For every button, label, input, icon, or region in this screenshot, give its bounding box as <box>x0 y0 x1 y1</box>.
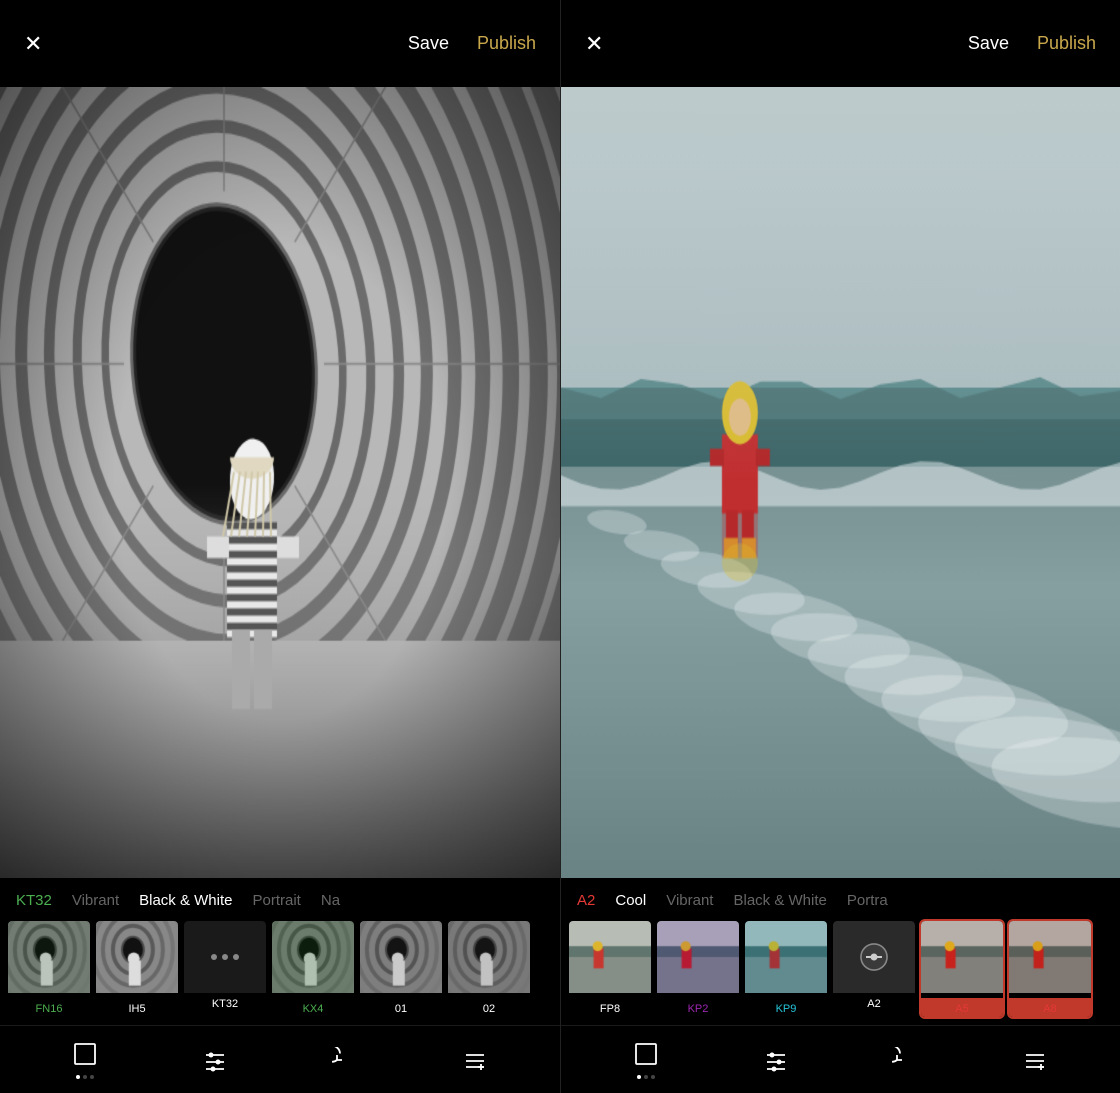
filter-thumb-fn16[interactable]: FN16 <box>8 921 90 1017</box>
left-filter-tab-portrait[interactable]: Portrait <box>253 892 301 909</box>
filter-thumb-fp8[interactable]: FP8 <box>569 921 651 1017</box>
thumb-kp9-canvas <box>745 921 827 993</box>
thumb-fp8-label: FP8 <box>569 998 651 1017</box>
right-panel: ✕ Save Publish A2 Cool Vibrant Black & W… <box>560 0 1120 1093</box>
right-toolbar-layers-icon[interactable] <box>1022 1047 1048 1073</box>
right-filter-thumbnails: FP8 KP2 KP9 <box>561 917 1120 1025</box>
thumb-fn16-label: FN16 <box>8 998 90 1017</box>
filter-thumb-a5[interactable]: A5 <box>921 921 1003 1017</box>
right-filter-tab-a2[interactable]: A2 <box>577 892 595 909</box>
a2-svg <box>860 943 888 971</box>
history-svg <box>332 1047 358 1073</box>
thumb-01-canvas <box>360 921 442 993</box>
layers-svg <box>462 1047 488 1073</box>
left-topbar-actions: Save Publish <box>408 33 536 54</box>
right-close-button[interactable]: ✕ <box>585 33 603 55</box>
filter-thumb-02[interactable]: 02 <box>448 921 530 1017</box>
sliders-svg <box>202 1047 228 1073</box>
left-filter-tab-bw[interactable]: Black & White <box>139 892 232 909</box>
thumb-ih5-canvas <box>96 921 178 993</box>
filter-thumb-kp9[interactable]: KP9 <box>745 921 827 1017</box>
thumb-fp8-canvas <box>569 921 651 993</box>
right-publish-button[interactable]: Publish <box>1037 33 1096 54</box>
filter-thumb-01[interactable]: 01 <box>360 921 442 1017</box>
thumb-kp2-label: KP2 <box>657 998 739 1017</box>
left-filter-thumbnails: FN16 IH5 KT32 KX4 01 02 <box>0 917 560 1025</box>
left-toolbar-sliders-icon[interactable] <box>202 1047 228 1073</box>
right-sliders-svg <box>763 1047 789 1073</box>
right-save-button[interactable]: Save <box>968 33 1009 54</box>
right-image-area <box>561 87 1120 878</box>
thumb-02-canvas <box>448 921 530 993</box>
dot-inactive-1 <box>83 1075 87 1079</box>
right-toolbar-sliders-icon[interactable] <box>763 1047 789 1073</box>
dot-2 <box>222 954 228 960</box>
right-layers-svg <box>1022 1047 1048 1073</box>
thumb-a2-icon-container <box>833 921 915 993</box>
right-photo-canvas <box>561 87 1120 878</box>
left-frame-dots <box>76 1075 94 1079</box>
filter-thumb-a2[interactable]: A2 <box>833 921 915 1017</box>
right-filter-tabs: A2 Cool Vibrant Black & White Portra <box>561 878 1120 917</box>
left-topbar: ✕ Save Publish <box>0 0 560 87</box>
left-filter-tab-vibrant[interactable]: Vibrant <box>72 892 119 909</box>
dot-active <box>76 1075 80 1079</box>
filter-thumb-kx4[interactable]: KX4 <box>272 921 354 1017</box>
dot-1 <box>211 954 217 960</box>
a2-icon-inner <box>860 943 888 971</box>
left-bottom-toolbar <box>0 1025 560 1093</box>
right-frame-dots <box>637 1075 655 1079</box>
thumb-kt32-dots <box>184 921 266 993</box>
thumb-a5-label: A5 <box>921 998 1003 1017</box>
right-topbar: ✕ Save Publish <box>561 0 1120 87</box>
left-panel: ✕ Save Publish KT32 Vibrant Black & Whit… <box>0 0 560 1093</box>
right-dot-inactive-1 <box>644 1075 648 1079</box>
thumb-kp9-label: KP9 <box>745 998 827 1017</box>
right-filter-tab-portrait[interactable]: Portra <box>847 892 888 909</box>
left-save-button[interactable]: Save <box>408 33 449 54</box>
left-publish-button[interactable]: Publish <box>477 33 536 54</box>
left-close-button[interactable]: ✕ <box>24 33 42 55</box>
dot-3 <box>233 954 239 960</box>
filter-thumb-kp2[interactable]: KP2 <box>657 921 739 1017</box>
thumb-kp2-canvas <box>657 921 739 993</box>
left-photo-canvas <box>0 87 560 878</box>
right-bottom-toolbar <box>561 1025 1120 1093</box>
right-toolbar-history-icon[interactable] <box>892 1047 918 1073</box>
thumb-a5-canvas <box>921 921 1003 993</box>
thumb-01-label: 01 <box>360 998 442 1017</box>
thumb-a8-label: A8 <box>1009 998 1091 1017</box>
right-toolbar-frame-icon[interactable] <box>633 1041 659 1079</box>
thumb-kx4-canvas <box>272 921 354 993</box>
right-dot-active <box>637 1075 641 1079</box>
thumb-kt32-label: KT32 <box>184 993 266 1015</box>
left-toolbar-history-icon[interactable] <box>332 1047 358 1073</box>
frame-svg <box>72 1041 98 1067</box>
a2-icon <box>860 943 888 971</box>
left-toolbar-frame-icon[interactable] <box>72 1041 98 1079</box>
filter-thumb-ih5[interactable]: IH5 <box>96 921 178 1017</box>
thumb-ih5-label: IH5 <box>96 998 178 1017</box>
thumb-kx4-label: KX4 <box>272 998 354 1017</box>
left-filter-tabs: KT32 Vibrant Black & White Portrait Na <box>0 878 560 917</box>
right-filter-tab-bw[interactable]: Black & White <box>733 892 826 909</box>
left-image-area <box>0 87 560 878</box>
left-filter-tab-na[interactable]: Na <box>321 892 340 909</box>
right-dot-inactive-2 <box>651 1075 655 1079</box>
thumb-fn16-canvas <box>8 921 90 993</box>
left-toolbar-layers-icon[interactable] <box>462 1047 488 1073</box>
right-topbar-actions: Save Publish <box>968 33 1096 54</box>
left-filter-tab-kt32[interactable]: KT32 <box>16 892 52 909</box>
thumb-a2-label: A2 <box>833 993 915 1015</box>
right-filter-tab-vibrant[interactable]: Vibrant <box>666 892 713 909</box>
right-filter-tab-cool[interactable]: Cool <box>615 892 646 909</box>
filter-thumb-kt32[interactable]: KT32 <box>184 921 266 1017</box>
thumb-a8-canvas <box>1009 921 1091 993</box>
right-history-svg <box>892 1047 918 1073</box>
filter-thumb-a8[interactable]: A8 <box>1009 921 1091 1017</box>
dot-inactive-2 <box>90 1075 94 1079</box>
right-frame-svg <box>633 1041 659 1067</box>
thumb-02-label: 02 <box>448 998 530 1017</box>
